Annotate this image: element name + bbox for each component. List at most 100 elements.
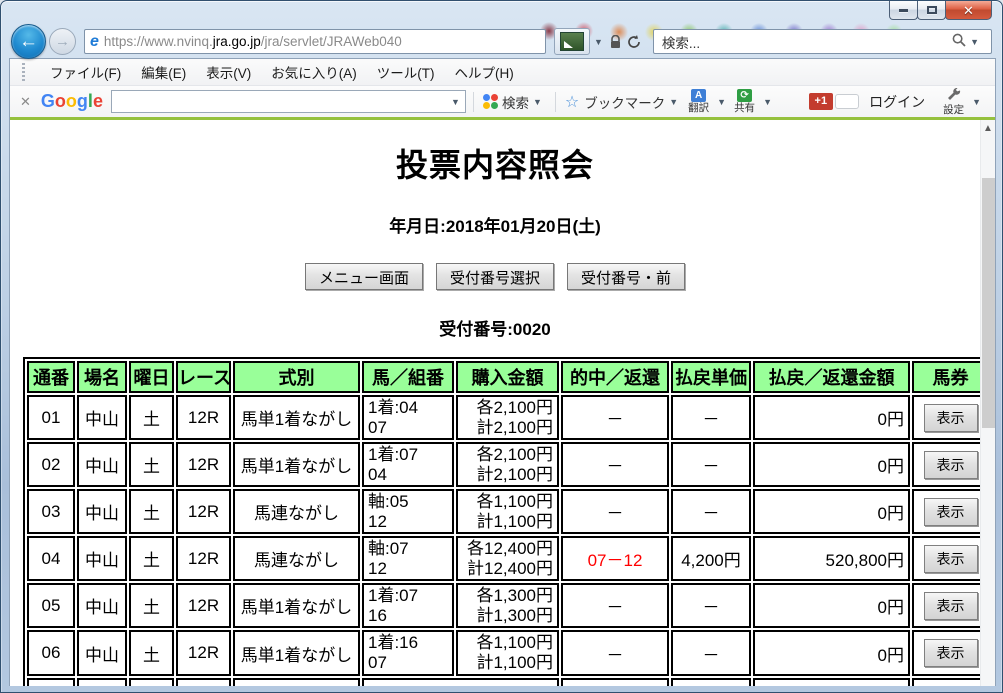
browser-search-box[interactable]: 検索... ▼	[652, 29, 992, 54]
cell-payout: 0円	[753, 630, 910, 676]
scrollbar-thumb[interactable]	[982, 178, 995, 428]
cell-day: 土	[129, 489, 174, 535]
cell-serial: 02	[27, 442, 75, 488]
maximize-icon	[926, 6, 937, 14]
cell-payout: 0円	[753, 395, 910, 441]
tab-dropdown-icon[interactable]: ▼	[594, 37, 603, 47]
close-button[interactable]: ✕	[945, 1, 992, 20]
search-magnifier-icon[interactable]	[952, 33, 966, 50]
date-line: 年月日:2018年01月20日(土)	[389, 217, 601, 236]
menu-item[interactable]: 編集(E)	[131, 59, 196, 85]
cell-bet-type: 馬単1着ながし	[233, 442, 360, 488]
cell-payout: 520,800円	[753, 536, 910, 582]
cell-horses: 1着:16 07	[362, 630, 454, 676]
back-arrow-icon: ←	[19, 30, 38, 52]
cell-unit-price: －	[671, 442, 751, 488]
google-search-field[interactable]: ▼	[110, 90, 466, 113]
show-ticket-button[interactable]: 表示	[923, 639, 978, 668]
table-header-cell: 通番	[27, 361, 75, 393]
table-header-cell: レース	[176, 361, 231, 393]
translate-caret-icon[interactable]: ▼	[717, 97, 726, 107]
google-logo-letter: e	[92, 91, 103, 111]
cell-payout: 0円	[753, 442, 910, 488]
bookmarks-button[interactable]: ☆ ブックマーク ▼	[563, 92, 684, 112]
back-button[interactable]: ←	[11, 24, 46, 59]
share-button[interactable]: ⟳ 共有	[734, 89, 755, 114]
cell-place: 中山	[77, 442, 127, 488]
scrollbar-up-icon[interactable]: ▲	[981, 120, 995, 137]
url-scheme: https://www.nvinq.	[103, 34, 213, 49]
share-caret-icon[interactable]: ▼	[763, 97, 772, 107]
cell-ticket: 表示	[912, 536, 989, 582]
cell-unit-price: －	[671, 583, 751, 629]
google-search-button[interactable]: 検索 ▼	[481, 92, 548, 112]
menu-item[interactable]: ツール(T)	[367, 59, 445, 85]
lock-icon	[610, 34, 621, 49]
forward-button[interactable]: →	[49, 28, 76, 55]
total-payout: 520,800円	[753, 677, 910, 686]
plus-one-count	[835, 94, 860, 109]
show-ticket-button[interactable]: 表示	[923, 450, 978, 479]
tab-button[interactable]	[554, 28, 590, 55]
divider	[472, 91, 474, 112]
settings-label: 設定	[943, 103, 965, 116]
cell-hit: 07－12	[561, 536, 669, 582]
vertical-scrollbar[interactable]: ▲	[980, 120, 995, 686]
navigation-bar: ← → e https://www.nvinq. jra.go.jp/jra/se…	[1, 24, 1002, 59]
page-nav-button[interactable]: 受付番号・前	[567, 263, 686, 290]
table-body: 01 中山土 12R 馬単1着ながし 1着:04 07 各2,100円 計2,100円－－ 0円…	[27, 395, 989, 686]
google-logo-letter: g	[76, 91, 88, 111]
table-header-row: 通番 場名 曜日 レース 式別 馬／組番 購入金額 的中／返還 払戻単価 払戻／返還金額 馬券	[27, 361, 989, 393]
table-header-cell: 馬券	[912, 361, 989, 393]
menu-item[interactable]: ヘルプ(H)	[445, 59, 524, 85]
login-button[interactable]: ログイン	[869, 92, 925, 112]
menu-item[interactable]: 表示(V)	[196, 59, 261, 85]
title-bar: ✕	[1, 1, 1002, 25]
show-ticket-button[interactable]: 表示	[923, 403, 978, 432]
minimize-button[interactable]	[889, 1, 918, 20]
translate-icon: A	[691, 89, 707, 103]
cell-race: 12R	[176, 630, 231, 676]
cell-race: 12R	[176, 583, 231, 629]
show-ticket-button[interactable]: 表示	[923, 544, 978, 573]
refresh-icon[interactable]	[627, 34, 641, 49]
cell-day: 土	[129, 395, 174, 441]
google-search-dropdown-icon[interactable]: ▼	[451, 97, 460, 107]
settings-button[interactable]: 設定	[943, 87, 965, 116]
url-domain: jra.go.jp	[212, 34, 261, 49]
show-ticket-button[interactable]: 表示	[923, 497, 978, 526]
cell-amount: 各12,400円 計12,400円	[456, 536, 559, 582]
table-header-cell: 購入金額	[456, 361, 559, 393]
total-amount: 20,100円	[362, 677, 559, 686]
address-bar[interactable]: e https://www.nvinq. jra.go.jp/jra/servle…	[84, 29, 546, 54]
google-balls-icon	[482, 94, 498, 109]
cell-amount: 各1,100円 計1,100円	[456, 630, 559, 676]
table-header-cell: 馬／組番	[362, 361, 454, 393]
browser-window: ✕ ← → e https://www.nvinq. jra.go.jp/jra/…	[0, 0, 1003, 693]
page-nav-button[interactable]: メニュー画面	[304, 263, 423, 290]
menu-item[interactable]: ファイル(F)	[40, 59, 131, 85]
google-search-input[interactable]	[111, 92, 447, 111]
page-nav-buttons: メニュー画面 受付番号選択 受付番号・前	[10, 263, 980, 290]
cell-serial: 03	[27, 489, 75, 535]
cell-bet-type: 馬連ながし	[233, 489, 360, 535]
toolbar-close-icon[interactable]: ✕	[20, 94, 31, 110]
cell-amount: 各1,100円 計1,100円	[456, 489, 559, 535]
google-search-button-caret-icon[interactable]: ▼	[533, 97, 542, 107]
menu-item[interactable]: お気に入り(A)	[261, 59, 367, 85]
window-controls: ✕	[889, 1, 992, 20]
plus-one-button[interactable]: +1	[808, 92, 834, 111]
table-row: 02 中山土 12R 馬単1着ながし 1着:07 04 各2,100円 計2,100円－－ 0円…	[27, 442, 989, 488]
cell-place: 中山	[77, 536, 127, 582]
settings-caret-icon[interactable]: ▼	[972, 97, 981, 107]
search-dropdown-icon[interactable]: ▼	[970, 37, 979, 47]
cell-bet-type: 馬連ながし	[233, 536, 360, 582]
google-toolbar: ✕ Google ▼ 検索 ▼ ☆ ブックマーク ▼ A 翻訳 ▼ ⟳ 共有 ▼…	[10, 86, 995, 117]
total-empty	[176, 677, 231, 686]
maximize-button[interactable]	[917, 1, 946, 20]
show-ticket-button[interactable]: 表示	[923, 591, 978, 620]
bookmarks-caret-icon[interactable]: ▼	[669, 97, 678, 107]
tab-favicon	[560, 32, 584, 51]
page-nav-button[interactable]: 受付番号選択	[435, 263, 554, 290]
translate-button[interactable]: A 翻訳	[688, 89, 709, 114]
